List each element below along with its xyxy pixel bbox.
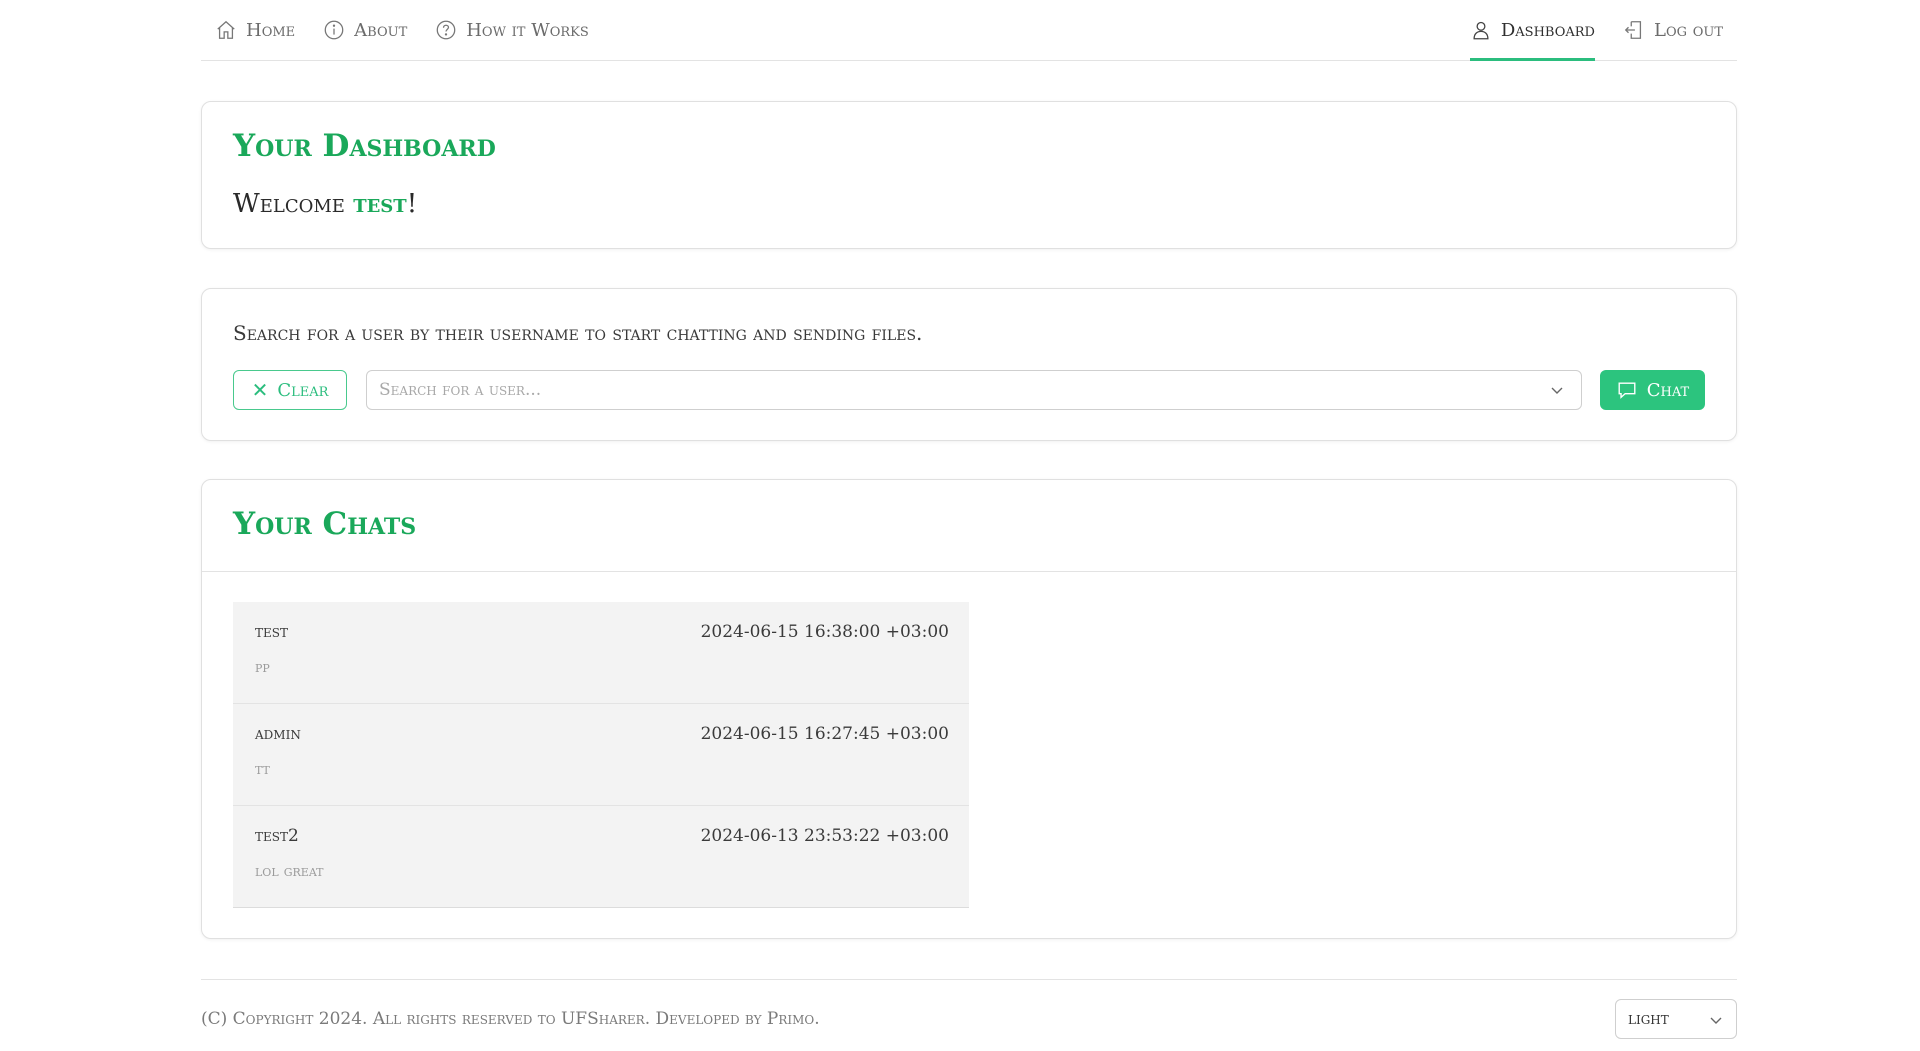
footer-divider xyxy=(201,979,1737,980)
chevron-down-icon[interactable] xyxy=(1549,382,1565,398)
chat-last-message: tt xyxy=(255,759,270,778)
welcome-prefix: Welcome xyxy=(233,189,354,219)
user-icon xyxy=(1470,19,1492,41)
top-nav: Home About How it Works Dashboard Log ou… xyxy=(201,0,1737,61)
info-icon xyxy=(323,19,345,41)
user-search-select[interactable] xyxy=(366,370,1582,410)
chat-username: admin xyxy=(255,724,301,744)
chat-list: test 2024-06-15 16:38:00 +03:00 pp admin… xyxy=(233,602,969,908)
chat-button-label: Chat xyxy=(1646,379,1690,401)
nav-left: Home About How it Works xyxy=(215,18,589,42)
nav-about[interactable]: About xyxy=(323,18,407,42)
chat-list-item[interactable]: test2 2024-06-13 23:53:22 +03:00 lol gre… xyxy=(233,806,969,908)
chat-button[interactable]: Chat xyxy=(1600,370,1705,410)
welcome-message: Welcome test! xyxy=(233,189,417,219)
nav-home-label: Home xyxy=(246,19,296,41)
chat-last-message: pp xyxy=(255,657,270,676)
chevron-down-icon xyxy=(1710,1017,1722,1024)
page-container: Home About How it Works Dashboard Log ou… xyxy=(201,0,1737,1039)
chat-timestamp: 2024-06-15 16:27:45 +03:00 xyxy=(700,724,949,744)
nav-logout-label: Log out xyxy=(1653,19,1723,41)
chats-card: Your Chats test 2024-06-15 16:38:00 +03:… xyxy=(201,479,1737,939)
chats-title: Your Chats xyxy=(233,506,417,542)
chat-list-item[interactable]: test 2024-06-15 16:38:00 +03:00 pp xyxy=(233,602,969,704)
clear-button[interactable]: ✕ Clear xyxy=(233,370,347,410)
nav-how-it-works-label: How it Works xyxy=(466,19,589,41)
clear-button-label: Clear xyxy=(277,379,329,401)
chat-username: test2 xyxy=(255,826,299,846)
nav-logout[interactable]: Log out xyxy=(1623,18,1723,42)
dashboard-title: Your Dashboard xyxy=(233,128,496,164)
nav-how-it-works[interactable]: How it Works xyxy=(435,18,589,42)
chat-list-item[interactable]: admin 2024-06-15 16:27:45 +03:00 tt xyxy=(233,704,969,806)
search-description: Search for a user by their username to s… xyxy=(233,321,923,345)
search-card: Search for a user by their username to s… xyxy=(201,288,1737,441)
close-icon: ✕ xyxy=(251,378,269,402)
question-icon xyxy=(435,19,457,41)
nav-dashboard-label: Dashboard xyxy=(1500,19,1595,41)
chats-divider xyxy=(202,571,1736,572)
welcome-username: test xyxy=(353,189,407,219)
theme-select[interactable]: light xyxy=(1615,999,1737,1039)
dashboard-card: Your Dashboard Welcome test! xyxy=(201,101,1737,249)
chat-bubble-icon xyxy=(1616,379,1638,401)
nav-dashboard[interactable]: Dashboard xyxy=(1469,18,1596,61)
nav-about-label: About xyxy=(354,19,408,41)
theme-select-value: light xyxy=(1628,1009,1669,1029)
chat-last-message: lol great xyxy=(255,861,324,880)
chat-timestamp: 2024-06-15 16:38:00 +03:00 xyxy=(700,622,949,642)
chat-username: test xyxy=(255,622,288,642)
search-input[interactable] xyxy=(379,371,1529,409)
footer-copyright: (C) Copyright 2024. All rights reserved … xyxy=(201,1009,820,1029)
nav-home[interactable]: Home xyxy=(215,18,295,42)
welcome-suffix: ! xyxy=(406,189,418,219)
logout-icon xyxy=(1623,19,1645,41)
home-icon xyxy=(215,19,237,41)
chat-timestamp: 2024-06-13 23:53:22 +03:00 xyxy=(700,826,949,846)
nav-right: Dashboard Log out xyxy=(1469,18,1723,61)
